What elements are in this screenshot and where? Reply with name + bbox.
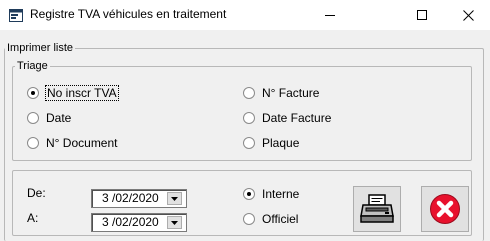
to-date-dropdown[interactable] xyxy=(167,216,182,229)
from-date-dropdown[interactable] xyxy=(167,192,182,205)
sort-option-plate[interactable]: Plaque xyxy=(243,135,299,151)
radio-icon xyxy=(243,112,255,124)
minimize-icon xyxy=(325,15,335,16)
maximize-icon xyxy=(417,10,427,20)
sort-option-label: Plaque xyxy=(262,136,300,150)
options-panel xyxy=(12,170,472,236)
sort-option-date[interactable]: Date xyxy=(27,110,71,126)
title-bar: Registre TVA véhicules en traitement xyxy=(0,0,490,30)
cancel-icon xyxy=(430,194,460,224)
radio-icon xyxy=(243,87,255,99)
radio-selected-icon xyxy=(243,188,255,200)
radio-icon xyxy=(27,112,39,124)
sort-option-document-no[interactable]: N° Document xyxy=(27,135,118,151)
radio-selected-icon xyxy=(27,87,39,99)
mode-option-label: Interne xyxy=(262,187,300,201)
from-date-value: 3 /02/2020 xyxy=(102,191,159,205)
sort-option-label: N° Facture xyxy=(262,86,320,100)
radio-icon xyxy=(243,137,255,149)
chevron-down-icon xyxy=(171,196,178,201)
to-date-value: 3 /02/2020 xyxy=(102,215,159,229)
radio-icon xyxy=(27,137,39,149)
chevron-down-icon xyxy=(171,220,178,225)
close-button[interactable] xyxy=(445,0,490,30)
mode-option-official[interactable]: Officiel xyxy=(243,211,298,227)
to-date-picker[interactable]: 3 /02/2020 xyxy=(91,213,187,232)
sort-legend: Triage xyxy=(17,60,48,72)
sort-option-label: No inscr TVA xyxy=(45,85,119,101)
sort-option-label: Date Facture xyxy=(262,111,332,125)
window-title: Registre TVA véhicules en traitement xyxy=(30,7,227,21)
maximize-button[interactable] xyxy=(399,0,445,30)
mode-option-internal[interactable]: Interne xyxy=(243,186,299,202)
sort-option-label: Date xyxy=(46,111,72,125)
sort-option-vat-no[interactable]: No inscr TVA xyxy=(27,85,119,101)
app-icon xyxy=(9,9,23,22)
minimize-button[interactable] xyxy=(307,0,353,30)
cancel-button[interactable] xyxy=(421,186,469,232)
printer-icon xyxy=(360,194,394,223)
sort-option-invoice-no[interactable]: N° Facture xyxy=(243,85,319,101)
to-label: A: xyxy=(27,211,39,225)
from-date-picker[interactable]: 3 /02/2020 xyxy=(91,189,187,208)
mode-option-label: Officiel xyxy=(262,212,299,226)
sort-option-invoice-date[interactable]: Date Facture xyxy=(243,110,331,126)
sort-option-label: N° Document xyxy=(46,136,118,150)
from-label: De: xyxy=(27,186,46,200)
radio-icon xyxy=(243,213,255,225)
print-list-legend: Imprimer liste xyxy=(7,42,74,54)
print-button[interactable] xyxy=(353,186,401,232)
close-icon xyxy=(462,9,474,21)
